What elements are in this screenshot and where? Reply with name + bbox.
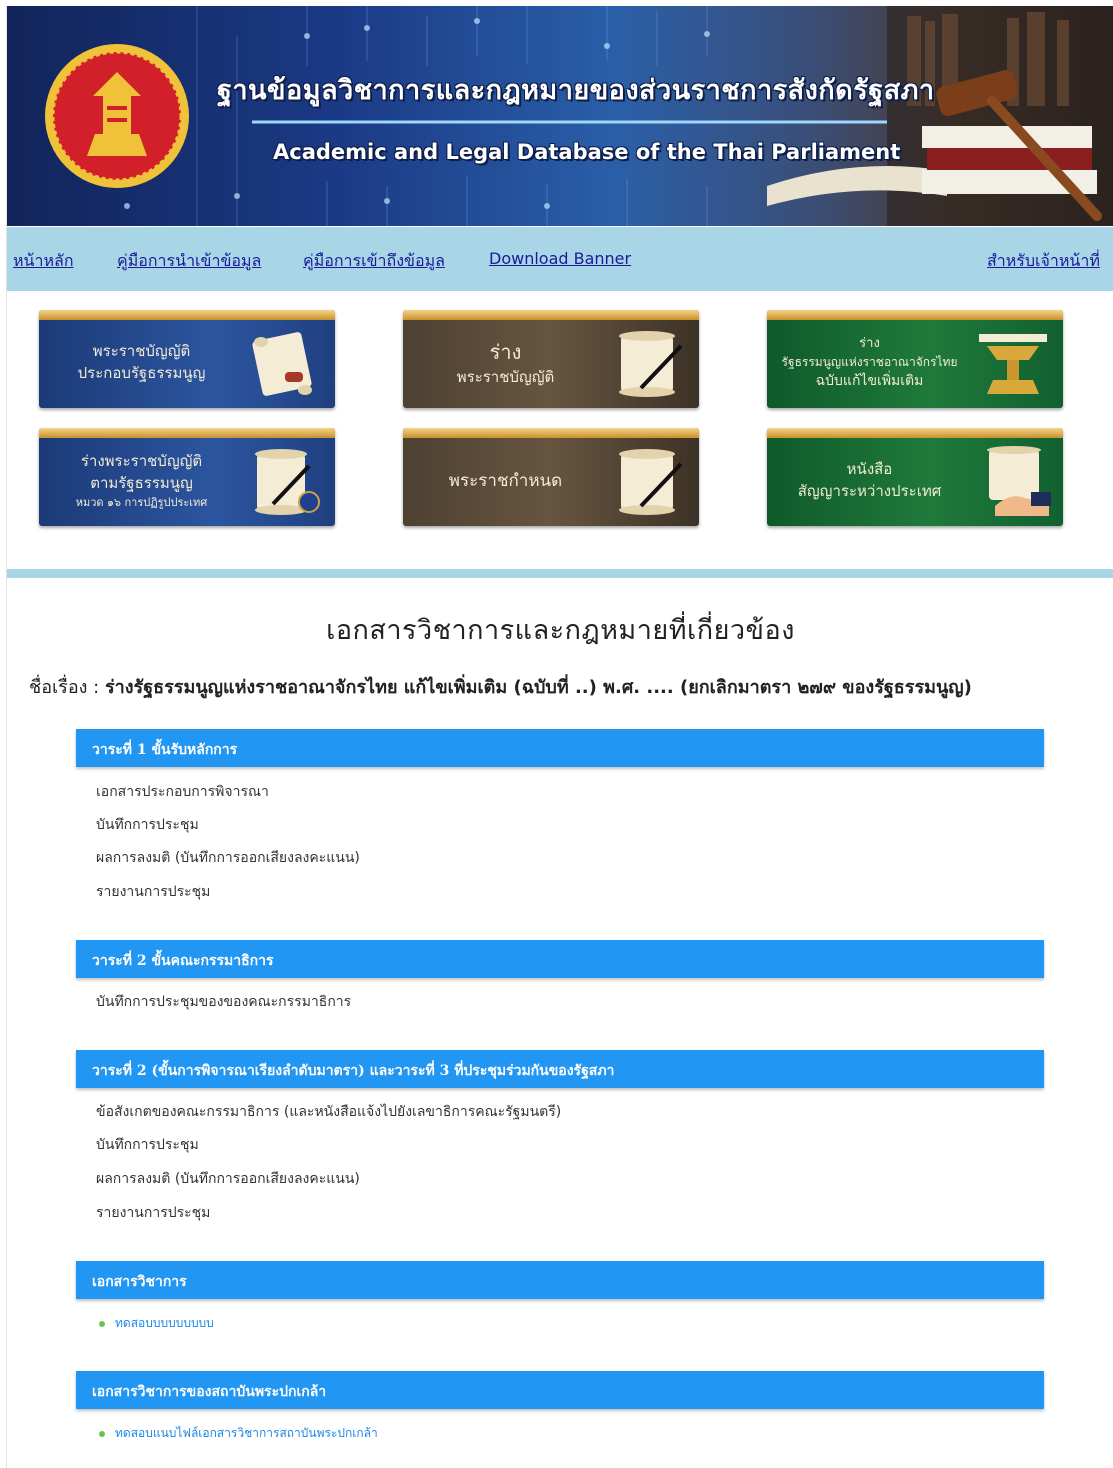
page: ฐานข้อมูลวิชาการและกฎหมายของส่วนราชการสั… [6, 6, 1113, 1468]
list-item[interactable]: ผลการลงมติ (บันทึกการออกเสียงลงคะแนน) [96, 847, 360, 869]
tile-label: ร่าง พระราชบัญญัติ [456, 339, 555, 386]
nav-link-download-banner[interactable]: Download Banner [489, 249, 631, 268]
tile-label: ร่างพระราชบัญญัติ ตามรัฐธรรมนูญ หมวด ๑๖ ก… [75, 452, 208, 509]
list-item[interactable]: บันทึกการประชุมของของคณะกรรมาธิการ [96, 991, 351, 1013]
list-item[interactable]: รายงานการประชุม [96, 881, 210, 903]
tile-label: พระราชบัญญัติ ประกอบรัฐธรรมนูญ [77, 342, 206, 382]
tile-gold-bar [39, 428, 335, 438]
list-item[interactable]: ผลการลงมติ (บันทึกการออกเสียงลงคะแนน) [96, 1168, 360, 1190]
tile-constitution-amendment[interactable]: ร่าง รัฐธรรมนูญแห่งราชอาณาจักรไทย ฉบับแก… [767, 310, 1063, 408]
bullet-icon [99, 1320, 105, 1327]
tile-label: พระราชกำหนด [448, 470, 563, 491]
nav-link-home[interactable]: หน้าหลัก [13, 249, 74, 274]
list-item[interactable]: บันทึกการประชุม [96, 1134, 199, 1156]
tile-label: หนังสือ สัญญาระหว่างประเทศ [797, 460, 942, 500]
section-header-kpi-documents: เอกสารวิชาการของสถาบันพระปกเกล้า [76, 1371, 1044, 1409]
banner-background [45, 6, 1113, 226]
section-header-reading-1: วาระที่ 1 ขั้นรับหลักการ [76, 729, 1044, 767]
tile-organic-acts[interactable]: พระราชบัญญัติ ประกอบรัฐธรรมนูญ [39, 310, 335, 408]
tile-reform-acts[interactable]: ร่างพระราชบัญญัติ ตามรัฐธรรมนูญ หมวด ๑๖ ก… [39, 428, 335, 526]
nav-link-import-guide[interactable]: คู่มือการนำเข้าข้อมูล [117, 249, 261, 274]
tile-gold-bar [39, 310, 335, 320]
subject-label: ชื่อเรื่อง : [29, 677, 100, 698]
header-banner: ฐานข้อมูลวิชาการและกฎหมายของส่วนราชการสั… [7, 6, 1113, 226]
main-nav: หน้าหลัก คู่มือการนำเข้าข้อมูล คู่มือการ… [7, 227, 1113, 291]
handshake-icon [987, 446, 1051, 516]
nav-link-access-guide[interactable]: คู่มือการเข้าถึงข้อมูล [303, 249, 445, 274]
document-link[interactable]: ทดสอบแนบไฟล์เอกสารวิชาการสถาบันพระปกเกล้… [99, 1424, 378, 1443]
scroll-quill-icon [619, 331, 683, 397]
section-header-reading-2: วาระที่ 2 ขั้นคณะกรรมาธิการ [76, 940, 1044, 978]
tile-draft-acts[interactable]: ร่าง พระราชบัญญัติ [403, 310, 699, 408]
tile-gold-bar [403, 310, 699, 320]
nav-link-staff[interactable]: สำหรับเจ้าหน้าที่ [987, 249, 1100, 274]
document-link[interactable]: ทดสอบบบบบบบบบ [99, 1314, 214, 1333]
subject-value: ร่างรัฐธรรมนูญแห่งราชอาณาจักรไทย แก้ไขเพ… [104, 677, 972, 698]
tile-gold-bar [767, 310, 1063, 320]
scroll-icon [252, 332, 312, 396]
section-divider [7, 569, 1113, 578]
tile-royal-decrees[interactable]: พระราชกำหนด [403, 428, 699, 526]
constitution-tray-icon [979, 334, 1047, 394]
section-header-reading-2-3: วาระที่ 2 (ขั้นการพิจารณาเรียงลำดับมาตรา… [76, 1050, 1044, 1088]
bullet-icon [99, 1430, 105, 1437]
site-title-thai: ฐานข้อมูลวิชาการและกฎหมายของส่วนราชการสั… [217, 75, 935, 106]
list-item[interactable]: ข้อสังเกตของคณะกรรมาธิการ (และหนังสือแจ้… [96, 1101, 561, 1123]
page-title: เอกสารวิชาการและกฎหมายที่เกี่ยวข้อง [326, 615, 795, 646]
site-title-english: Academic and Legal Database of the Thai … [273, 140, 901, 164]
tile-gold-bar [403, 428, 699, 438]
section-header-academic-documents: เอกสารวิชาการ [76, 1261, 1044, 1299]
list-item[interactable]: รายงานการประชุม [96, 1202, 210, 1224]
subject-line: ชื่อเรื่อง : ร่างรัฐธรรมนูญแห่งราชอาณาจั… [29, 672, 972, 701]
tile-international-treaties[interactable]: หนังสือ สัญญาระหว่างประเทศ [767, 428, 1063, 526]
scroll-quill-icon [619, 449, 683, 515]
list-item[interactable]: บันทึกการประชุม [96, 814, 199, 836]
list-item[interactable]: เอกสารประกอบการพิจารณา [96, 781, 269, 803]
scroll-seal-icon [255, 449, 320, 515]
tile-gold-bar [767, 428, 1063, 438]
tile-label: ร่าง รัฐธรรมนูญแห่งราชอาณาจักรไทย ฉบับแก… [781, 335, 958, 389]
